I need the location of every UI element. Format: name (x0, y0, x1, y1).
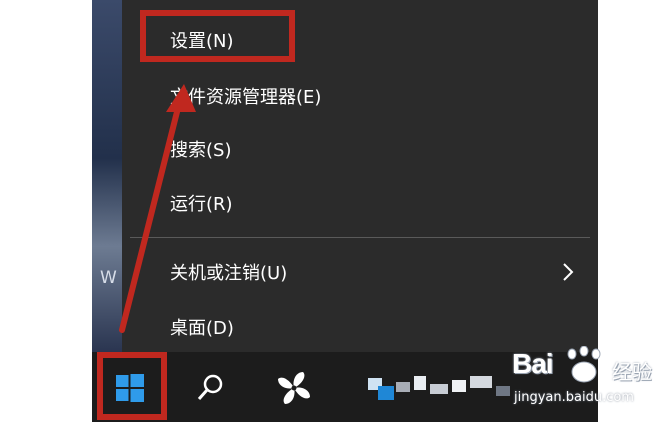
watermark-brand-suffix: 经验 (612, 360, 652, 384)
watermark-url: jingyan.baidu.com (514, 390, 634, 405)
paw-icon (567, 346, 601, 383)
baidu-watermark: Bai 经验 jingyan.baidu.com (512, 344, 662, 414)
baidu-logo-text: Bai (512, 348, 554, 379)
